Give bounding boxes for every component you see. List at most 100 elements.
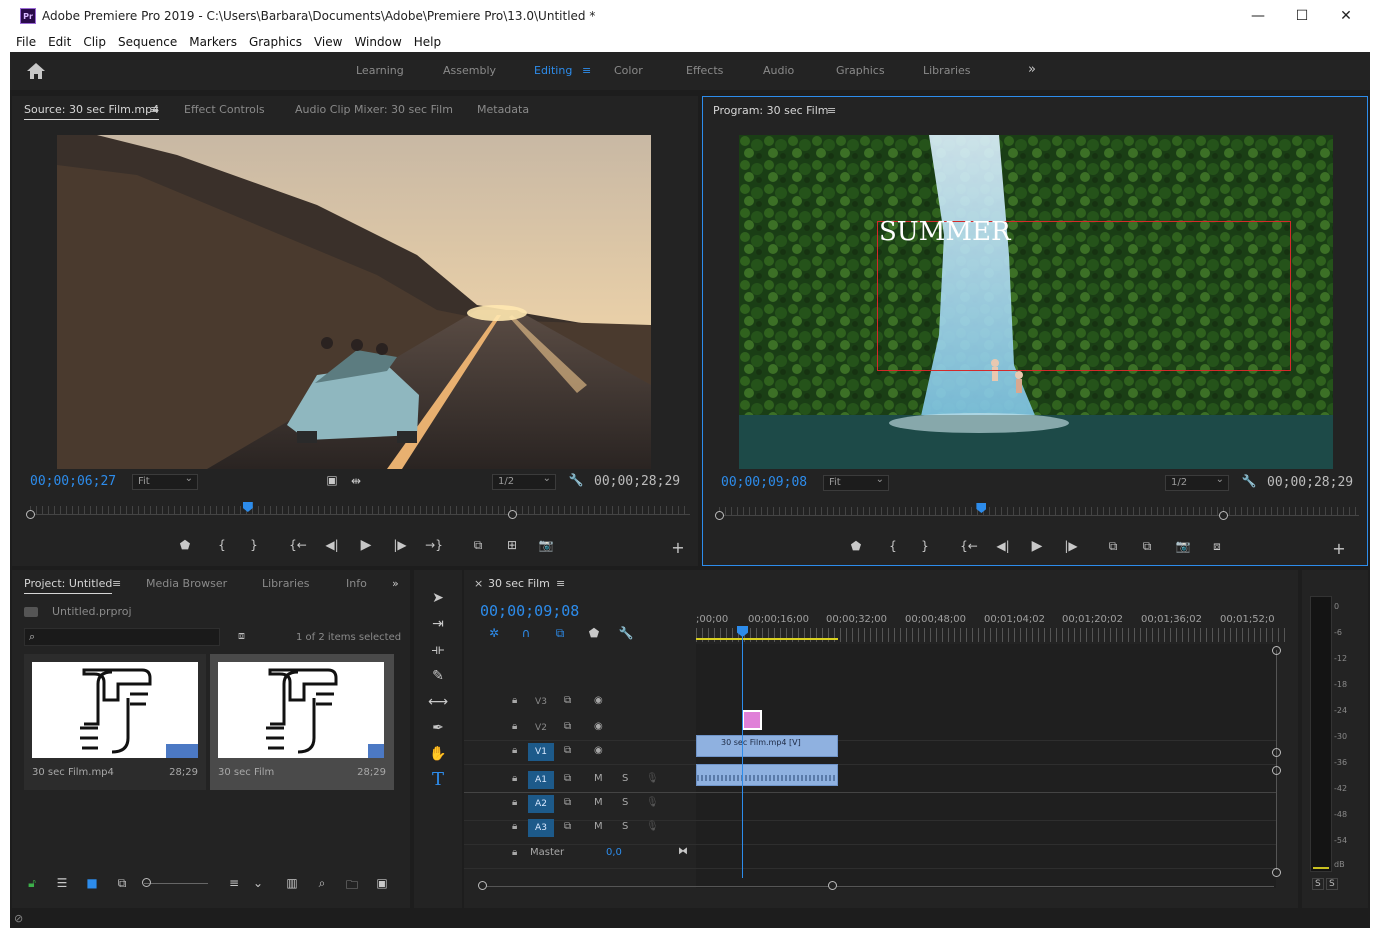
step-forward-icon[interactable]: |▶ xyxy=(390,538,410,552)
source-in-point[interactable] xyxy=(26,510,35,519)
zoom-scroll-handle-right[interactable] xyxy=(828,881,837,890)
close-button[interactable]: ✕ xyxy=(1324,0,1368,32)
type-tool-icon[interactable]: T xyxy=(428,770,448,790)
sync-lock-icon[interactable]: ⧉ xyxy=(564,745,571,756)
workspace-tab-graphics[interactable]: Graphics xyxy=(836,64,885,77)
track-target-a1[interactable]: A1 xyxy=(528,771,554,789)
sync-lock-icon[interactable]: ⧉ xyxy=(564,695,571,706)
lift-icon[interactable]: ⧉ xyxy=(1103,539,1123,554)
mute-button[interactable]: M xyxy=(594,773,603,784)
tab-libraries[interactable]: Libraries xyxy=(262,577,310,590)
insert-icon[interactable]: ⧉ xyxy=(468,538,488,553)
list-view-icon[interactable]: ☰ xyxy=(52,876,72,890)
track-lock-icon[interactable]: 🔒︎ xyxy=(512,821,517,832)
project-menu-icon[interactable]: ≡ xyxy=(112,577,121,590)
tab-effect-controls[interactable]: Effect Controls xyxy=(184,103,265,116)
maximize-button[interactable]: ☐ xyxy=(1280,0,1324,32)
workspace-tab-effects[interactable]: Effects xyxy=(686,64,723,77)
source-safe-margins-icon[interactable]: ▣ xyxy=(322,473,342,487)
sync-lock-icon[interactable]: ⧉ xyxy=(564,773,571,784)
lock-icon[interactable]: 🔓︎ xyxy=(22,876,42,891)
source-time-ruler[interactable] xyxy=(26,502,690,522)
project-item-card[interactable]: 30 sec Film.mp4 28;29 xyxy=(24,654,206,790)
source-video-frame[interactable] xyxy=(57,135,651,469)
menu-file[interactable]: File xyxy=(16,35,36,49)
export-frame-camera-icon[interactable]: 📷 xyxy=(536,538,556,552)
toggle-output-eye-icon[interactable]: ◉ xyxy=(594,745,603,756)
workspace-tab-assembly[interactable]: Assembly xyxy=(443,64,496,77)
timeline-timecode[interactable]: 00;00;09;08 xyxy=(480,602,579,620)
source-drag-icon[interactable]: ⇹ xyxy=(346,474,366,488)
track-lock-icon[interactable]: 🔒︎ xyxy=(512,695,517,706)
track-lock-icon[interactable]: 🔒︎ xyxy=(512,745,517,756)
program-title-text[interactable]: SUMMER xyxy=(879,217,1011,247)
sync-lock-icon[interactable]: ⧉ xyxy=(564,721,571,732)
track-target-a3[interactable]: A3 xyxy=(528,819,554,837)
track-target-v3[interactable]: V3 xyxy=(528,693,554,711)
tab-source[interactable]: Source: 30 sec Film.mp4 xyxy=(24,103,160,120)
project-item-card-selected[interactable]: 30 sec Film 28;29 xyxy=(210,654,394,790)
track-lock-icon[interactable]: 🔒︎ xyxy=(512,721,517,732)
selection-tool-icon[interactable]: ➤ xyxy=(428,588,448,608)
menu-clip[interactable]: Clip xyxy=(83,35,106,49)
go-to-in-icon[interactable]: {← xyxy=(288,538,308,552)
sync-lock-icon[interactable]: ⧉ xyxy=(564,821,571,832)
zoom-slider-handle[interactable] xyxy=(142,878,151,887)
solo-button[interactable]: S xyxy=(622,773,628,784)
track-lock-icon[interactable]: 🔒︎ xyxy=(512,847,517,858)
tab-metadata[interactable]: Metadata xyxy=(477,103,529,116)
tab-program[interactable]: Program: 30 sec Film xyxy=(713,104,829,117)
scroll-handle[interactable] xyxy=(1272,646,1281,655)
solo-left-button[interactable]: S xyxy=(1312,878,1324,890)
voice-over-mic-icon[interactable]: 🎙︎ xyxy=(646,797,659,808)
project-search-input[interactable]: ⌕ xyxy=(24,628,220,646)
snap-magnet-icon[interactable]: ∩ xyxy=(516,626,536,640)
mark-in-icon[interactable]: { xyxy=(212,538,232,552)
track-target-v2[interactable]: V2 xyxy=(528,719,554,737)
timeline-menu-icon[interactable]: ≡ xyxy=(556,577,565,590)
home-icon[interactable] xyxy=(26,62,48,82)
menu-view[interactable]: View xyxy=(314,35,342,49)
sort-icon[interactable]: ≡ xyxy=(224,876,244,890)
go-to-out-icon[interactable]: →} xyxy=(424,538,444,552)
horizontal-scrollbar-track[interactable] xyxy=(482,886,1274,887)
add-marker-icon[interactable]: ⬟ xyxy=(175,538,195,552)
source-out-point[interactable] xyxy=(508,510,517,519)
menu-markers[interactable]: Markers xyxy=(189,35,237,49)
linked-selection-icon[interactable]: ⧉ xyxy=(550,626,570,641)
tab-sequence[interactable]: 30 sec Film xyxy=(488,577,550,590)
mute-button[interactable]: M xyxy=(594,797,603,808)
source-resolution-dropdown[interactable]: 1/2 xyxy=(492,473,556,490)
workspace-overflow-icon[interactable]: » xyxy=(1028,62,1036,77)
voice-over-mic-icon[interactable]: 🎙︎ xyxy=(646,821,659,832)
source-fit-dropdown[interactable]: Fit xyxy=(132,473,198,490)
new-search-bin-icon[interactable]: ⧈ xyxy=(238,629,245,643)
extract-icon[interactable]: ⧉ xyxy=(1137,539,1157,554)
icon-view-icon[interactable]: ■ xyxy=(82,876,102,890)
program-out-point[interactable] xyxy=(1219,511,1228,520)
project-overflow-icon[interactable]: » xyxy=(392,577,399,590)
workspace-tab-libraries[interactable]: Libraries xyxy=(923,64,971,77)
compare-view-icon[interactable]: ⧈ xyxy=(1207,539,1227,554)
slip-tool-icon[interactable]: ⟷ xyxy=(428,692,448,712)
zoom-scroll-handle-left[interactable] xyxy=(478,881,487,890)
master-volume-value[interactable]: 0,0 xyxy=(606,847,622,858)
step-back-icon[interactable]: ◀| xyxy=(993,539,1013,553)
ripple-edit-tool-icon[interactable]: ⟛ xyxy=(428,640,448,660)
go-to-in-icon[interactable]: {← xyxy=(959,539,979,553)
track-target-a2[interactable]: A2 xyxy=(528,795,554,813)
minimize-button[interactable]: — xyxy=(1236,0,1280,32)
hand-tool-icon[interactable]: ✋ xyxy=(428,744,448,764)
mute-button[interactable]: M xyxy=(594,821,603,832)
voice-over-mic-icon[interactable]: 🎙︎ xyxy=(646,773,659,784)
step-forward-icon[interactable]: |▶ xyxy=(1061,539,1081,553)
zoom-slider[interactable] xyxy=(144,883,208,884)
mark-out-icon[interactable]: } xyxy=(915,539,935,553)
step-back-icon[interactable]: ◀| xyxy=(322,538,342,552)
razor-tool-icon[interactable]: ✎ xyxy=(428,666,448,686)
video-clip-v1[interactable]: 30 sec Film.mp4 [V] xyxy=(696,735,838,757)
add-marker-icon[interactable]: ⬟ xyxy=(584,626,604,640)
workspace-tab-learning[interactable]: Learning xyxy=(356,64,404,77)
work-area-bar[interactable] xyxy=(696,638,838,640)
menu-window[interactable]: Window xyxy=(354,35,401,49)
